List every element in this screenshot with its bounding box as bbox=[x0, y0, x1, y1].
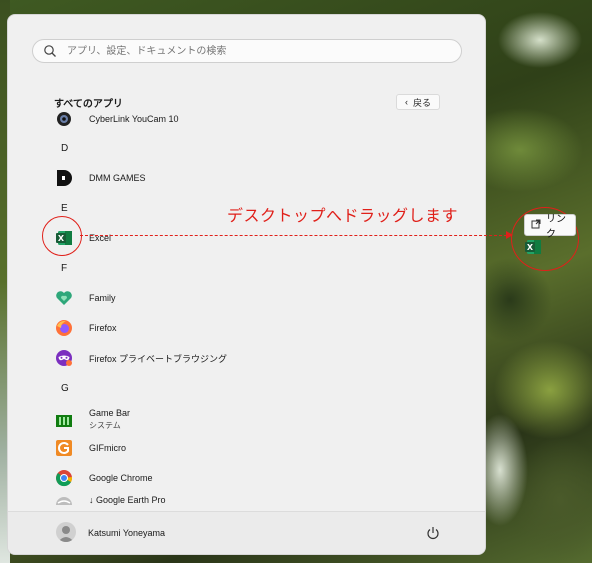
app-label: Family bbox=[89, 293, 116, 303]
list-item-firefox-private[interactable]: Firefox プライベートブラウジング bbox=[8, 346, 478, 370]
start-menu: すべてのアプリ ‹ 戻る CyberLink YouCam 10 D DMM G… bbox=[7, 14, 486, 555]
search-box[interactable] bbox=[32, 39, 462, 63]
google-earth-icon bbox=[55, 494, 73, 505]
list-item-dmm-games[interactable]: DMM GAMES bbox=[8, 166, 478, 190]
search-icon bbox=[43, 44, 57, 58]
letter-header-d[interactable]: D bbox=[61, 143, 68, 154]
highlight-circle-source bbox=[42, 216, 82, 256]
app-label: Game Bar bbox=[89, 408, 131, 418]
chevron-left-icon: ‹ bbox=[404, 97, 408, 107]
letter-header-e[interactable]: E bbox=[61, 203, 68, 214]
firefox-private-icon bbox=[55, 349, 73, 367]
all-apps-title: すべてのアプリ bbox=[54, 99, 123, 110]
back-button[interactable]: ‹ 戻る bbox=[396, 94, 440, 110]
app-label: Google Chrome bbox=[89, 473, 153, 483]
drag-link-label: リンク bbox=[546, 214, 566, 240]
game-bar-icon bbox=[55, 412, 73, 430]
app-label: ↓ Google Earth Pro bbox=[89, 495, 166, 505]
list-item-gifmicro[interactable]: GIFmicro bbox=[8, 436, 478, 460]
list-item-google-earth[interactable]: ↓ Google Earth Pro bbox=[8, 491, 478, 505]
external-link-icon bbox=[531, 219, 541, 232]
letter-header-f[interactable]: F bbox=[61, 263, 67, 274]
firefox-icon bbox=[55, 319, 73, 337]
app-list[interactable]: CyberLink YouCam 10 D DMM GAMES E X Exce… bbox=[8, 111, 485, 505]
letter-header-g[interactable]: G bbox=[61, 383, 69, 394]
app-sublabel: システム bbox=[89, 421, 121, 430]
app-label: GIFmicro bbox=[89, 443, 126, 453]
user-avatar[interactable] bbox=[56, 522, 76, 542]
family-heart-icon bbox=[55, 289, 73, 307]
start-footer: Katsumi Yoneyama bbox=[8, 511, 485, 554]
list-item-firefox[interactable]: Firefox bbox=[8, 316, 478, 340]
app-label: CyberLink YouCam 10 bbox=[89, 114, 179, 124]
chrome-icon bbox=[55, 469, 73, 487]
power-icon[interactable] bbox=[426, 526, 440, 540]
svg-text:X: X bbox=[527, 243, 534, 252]
list-item-cyberlink[interactable]: CyberLink YouCam 10 bbox=[8, 111, 478, 131]
list-item-google-chrome[interactable]: Google Chrome bbox=[8, 466, 478, 490]
app-label: Firefox プライベートブラウジング bbox=[89, 353, 228, 364]
user-name[interactable]: Katsumi Yoneyama bbox=[88, 528, 165, 538]
gifmicro-icon bbox=[55, 439, 73, 457]
drag-instruction-text: デスクトップへドラッグします bbox=[227, 208, 459, 225]
list-item-family[interactable]: Family bbox=[8, 286, 478, 310]
list-item-game-bar[interactable]: Game Bar システム bbox=[8, 407, 478, 435]
app-label: DMM GAMES bbox=[89, 173, 146, 183]
app-label: Firefox bbox=[89, 323, 117, 333]
drag-arrow-line bbox=[80, 235, 512, 236]
dmm-games-icon bbox=[55, 169, 73, 187]
drag-link-tooltip: リンク bbox=[524, 214, 576, 240]
webcam-icon bbox=[55, 111, 73, 128]
dragged-excel-icon: X bbox=[524, 238, 542, 256]
back-button-label: 戻る bbox=[412, 97, 431, 108]
search-input[interactable] bbox=[65, 44, 449, 58]
